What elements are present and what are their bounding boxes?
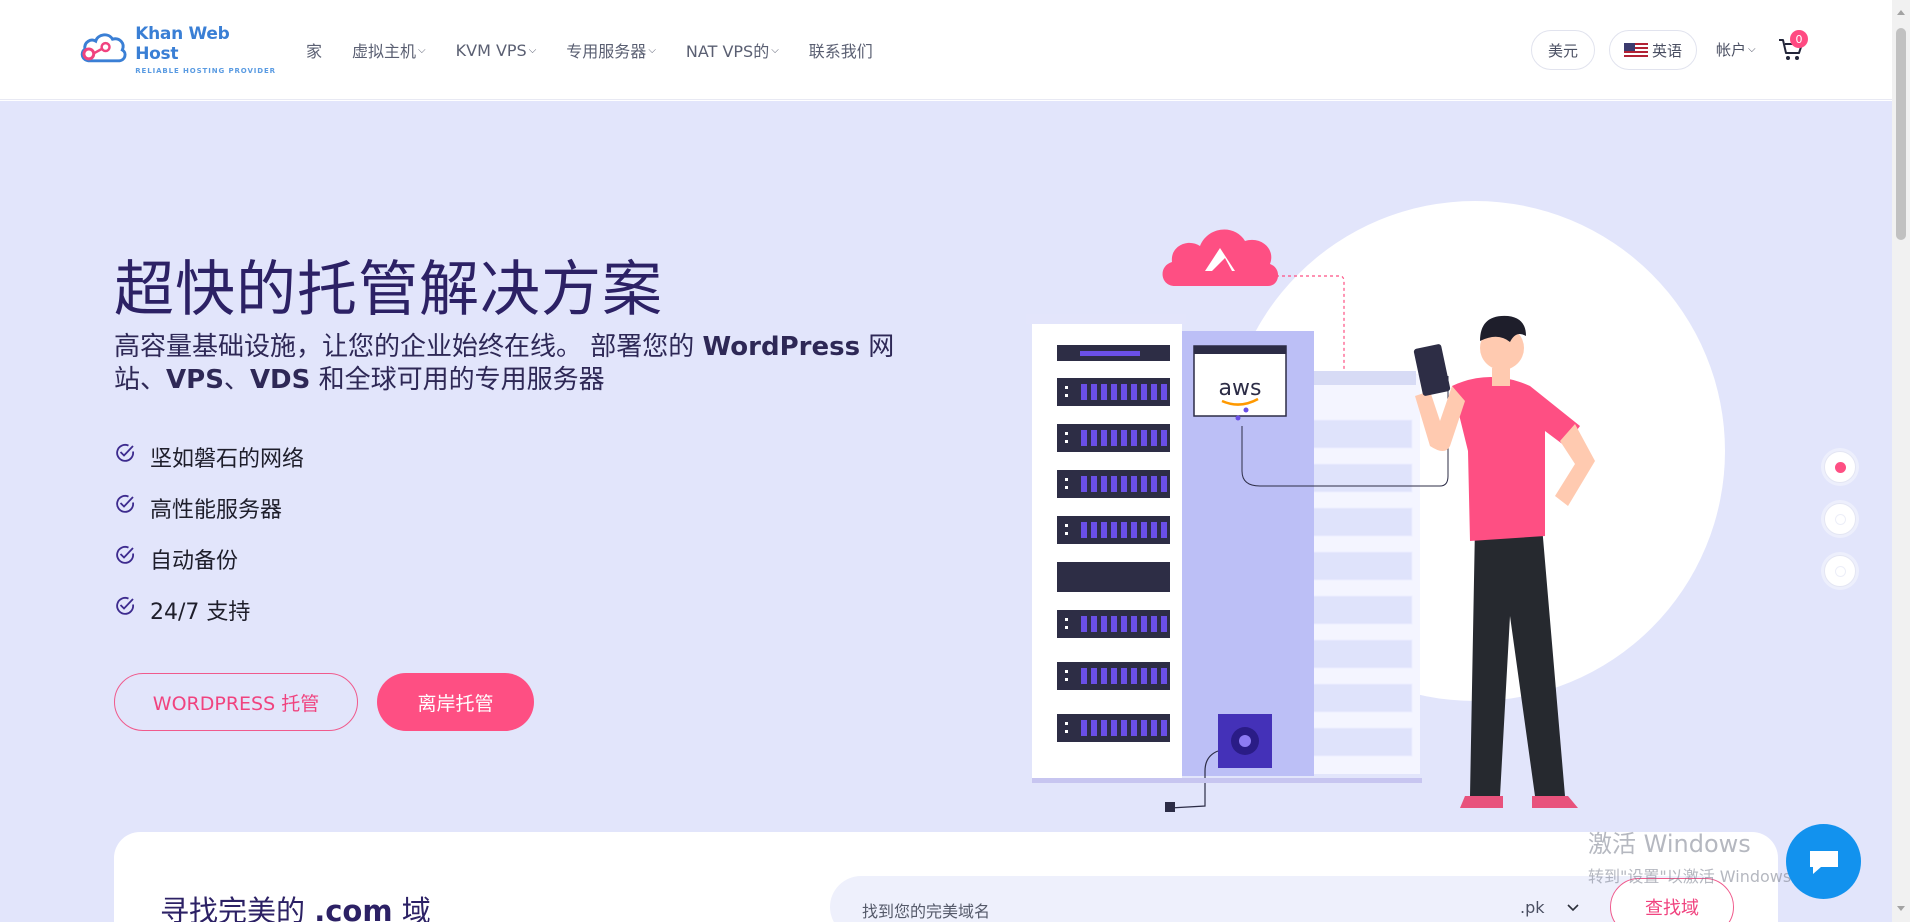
hero-sub-text-1: 高容量基础设施，让您的企业始终在线。 部署您的 (114, 332, 703, 362)
wordpress-hosting-button[interactable]: WORDPRESS 托管 (114, 673, 358, 731)
hero-subtitle: 高容量基础设施，让您的企业始终在线。 部署您的 WordPress 网站、VPS… (114, 331, 944, 397)
tld-select[interactable]: .pk (1520, 898, 1579, 917)
chevron-down-icon: ⌵ (648, 44, 656, 56)
tld-value: .pk (1520, 898, 1545, 917)
nav-nat-label: NAT VPS的 (685, 42, 770, 61)
scroll-thumb[interactable] (1896, 28, 1906, 240)
hero-sub-bold-2: VPS (166, 365, 224, 395)
chevron-down-icon: ⌵ (1748, 44, 1756, 55)
nav-nat-vps[interactable]: NAT VPS的 ⌵ (686, 38, 779, 62)
chevron-down-icon: ⌵ (528, 44, 537, 56)
brand-logo[interactable]: Khan Web Host RELIABLE HOSTING PROVIDER (76, 24, 276, 75)
language-selector[interactable]: 英语 (1609, 30, 1697, 70)
chevron-down-icon (1566, 903, 1579, 911)
slider-dot-1[interactable] (1824, 451, 1856, 483)
feature-label: 坚如磐石的网络 (150, 446, 305, 472)
us-flag-icon (1623, 42, 1648, 58)
nav-kvm-vps[interactable]: KVM VPS ⌵ (456, 38, 537, 62)
watermark-line-2: 转到"设置"以激活 Windows。 (1588, 867, 1808, 886)
nav-dedicated-label: 专用服务器 (566, 42, 647, 61)
chevron-down-icon: ⌵ (771, 44, 779, 56)
nav-home[interactable]: 家 (306, 38, 322, 62)
list-item: 24/7 支持 (114, 584, 304, 635)
check-circle-icon (116, 494, 134, 513)
site-header: Khan Web Host RELIABLE HOSTING PROVIDER … (0, 0, 1892, 100)
hero-title: 超快的托管解决方案 (114, 255, 663, 325)
nav-shared-hosting[interactable]: 虚拟主机 ⌵ (352, 38, 426, 62)
hero-section: 超快的托管解决方案 高容量基础设施，让您的企业始终在线。 部署您的 WordPr… (0, 101, 1892, 922)
domain-title-bold: .com (314, 894, 393, 922)
nav-shared-label: 虚拟主机 (352, 42, 417, 61)
offshore-hosting-button[interactable]: 离岸托管 (377, 673, 534, 731)
list-item: 自动备份 (114, 533, 304, 584)
feature-list: 坚如磐石的网络 高性能服务器 自动备份 24/7 支持 (114, 431, 304, 635)
aws-logo: aws (1219, 376, 1262, 401)
hero-sub-text-3: 、 (223, 365, 250, 395)
nav-dedicated[interactable]: 专用服务器 ⌵ (566, 38, 656, 62)
hero-illustration: aws (1026, 201, 1725, 812)
domain-search-input[interactable]: 找到您的完美域名 (862, 898, 990, 922)
scroll-up-arrow-icon[interactable] (1897, 10, 1905, 15)
cart-count-badge: 0 (1790, 30, 1808, 48)
cloud-logo-icon (80, 33, 127, 63)
watermark-line-1: 激活 Windows (1588, 830, 1751, 858)
cloud-icon (1162, 229, 1279, 286)
scroll-down-arrow-icon[interactable] (1897, 906, 1905, 911)
chat-widget-button[interactable] (1786, 824, 1861, 899)
main-nav: 家 虚拟主机 ⌵ KVM VPS ⌵ 专用服务器 ⌵ NAT VPS的 ⌵ 联系我们 (306, 38, 903, 62)
hero-sub-bold-3: VDS (249, 365, 311, 395)
domain-search-title: 寻找完美的 .com 域 (160, 888, 431, 922)
check-circle-icon (116, 596, 134, 615)
slider-dot-2[interactable] (1824, 503, 1856, 535)
domain-title-prefix: 寻找完美的 (160, 894, 315, 922)
chevron-down-icon: ⌵ (418, 44, 426, 56)
brand-tagline: RELIABLE HOSTING PROVIDER (135, 66, 276, 75)
domain-title-suffix: 域 (392, 894, 431, 922)
chat-bubble-icon (1809, 850, 1838, 874)
nav-contact-label: 联系我们 (808, 42, 873, 61)
language-label: 英语 (1651, 41, 1682, 60)
slider-dot-3[interactable] (1824, 555, 1856, 587)
brand-name: Khan Web Host (135, 23, 230, 64)
slider-pagination (1824, 451, 1856, 607)
page-scrollbar[interactable] (1892, 0, 1910, 922)
check-circle-icon (116, 443, 134, 462)
feature-label: 24/7 支持 (150, 599, 251, 625)
currency-selector[interactable]: 美元 (1531, 30, 1595, 70)
hero-sub-bold-1: WordPress (702, 332, 861, 362)
feature-label: 高性能服务器 (150, 497, 283, 523)
brand-text: Khan Web Host RELIABLE HOSTING PROVIDER (135, 24, 276, 75)
hero-sub-text-4: 和全球可用的专用服务器 (310, 365, 605, 395)
currency-label: 美元 (1547, 41, 1578, 60)
nav-kvm-label: KVM VPS (455, 40, 527, 60)
account-label: 帐户 (1716, 41, 1747, 59)
nav-contact[interactable]: 联系我们 (809, 38, 873, 62)
account-menu[interactable]: 帐户 ⌵ (1716, 39, 1756, 60)
list-item: 坚如磐石的网络 (114, 431, 304, 482)
windows-activation-watermark: 激活 Windows 转到"设置"以激活 Windows。 (1588, 824, 1807, 887)
feature-label: 自动备份 (150, 548, 239, 574)
list-item: 高性能服务器 (114, 482, 304, 533)
nav-home-label: 家 (306, 42, 323, 61)
check-circle-icon (116, 545, 134, 564)
